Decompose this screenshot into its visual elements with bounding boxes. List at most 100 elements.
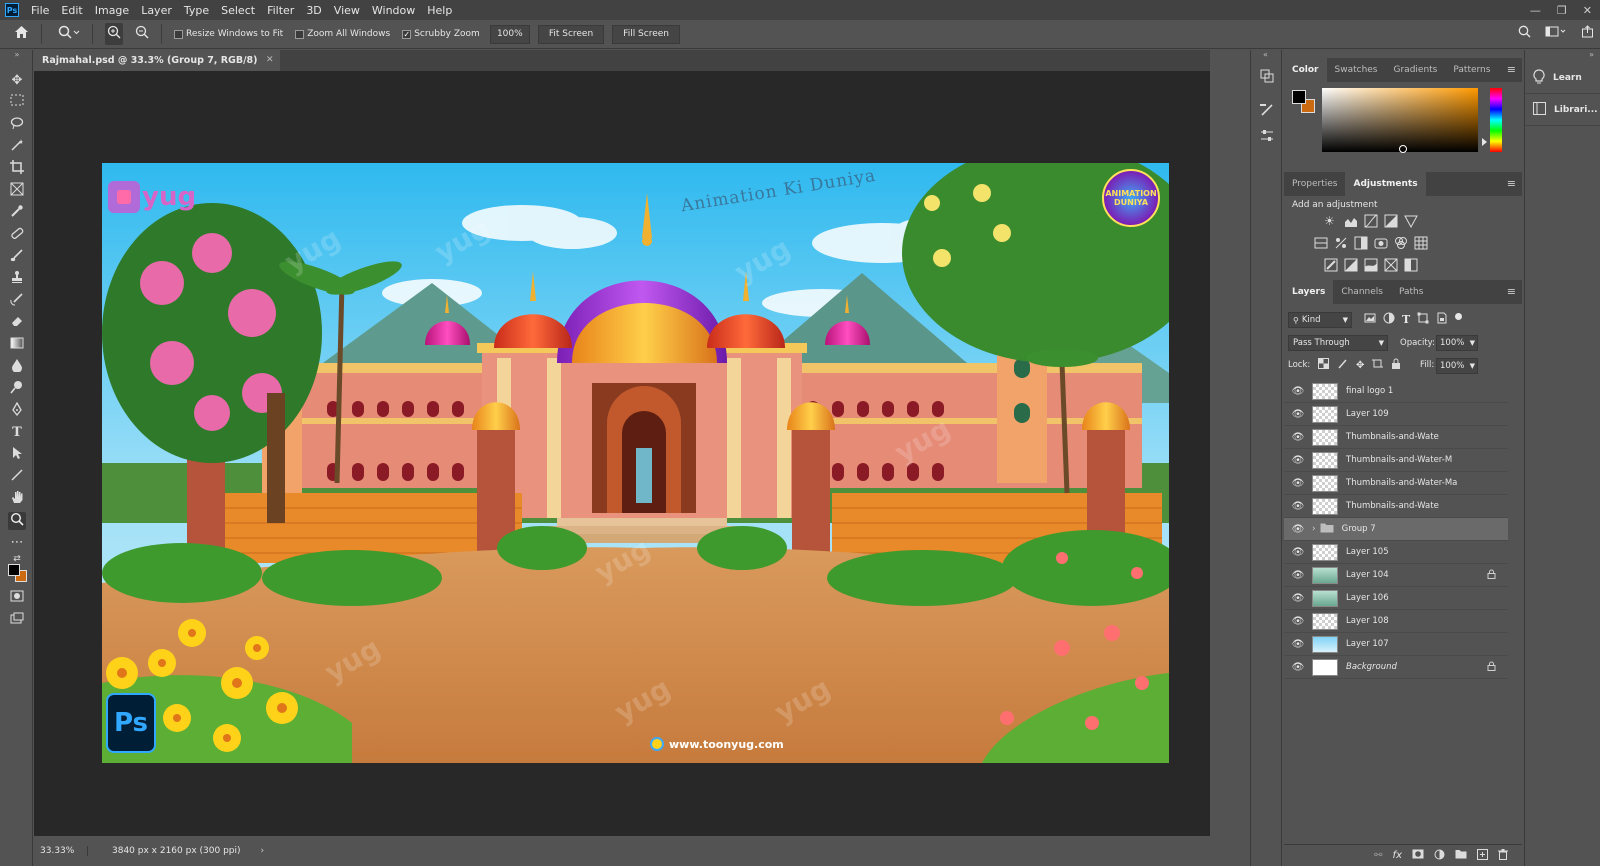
layer-name[interactable]: Thumbnails-and-Water-M (1346, 455, 1452, 465)
layer-lock-icon[interactable] (1487, 661, 1496, 674)
lasso-tool-icon[interactable] (8, 116, 26, 134)
learn-panel-button[interactable]: Learn (1525, 62, 1600, 94)
visibility-eye-icon[interactable]: 👁 (1284, 570, 1312, 581)
zoom-level-field[interactable]: 33.33% (34, 846, 88, 856)
threshold-icon[interactable] (1364, 258, 1378, 275)
layer-lock-icon[interactable] (1487, 569, 1496, 582)
clone-stamp-tool-icon[interactable] (8, 270, 26, 288)
zoom-tool-preset-icon[interactable] (58, 25, 80, 43)
menu-edit[interactable]: Edit (55, 4, 88, 17)
brush-settings-panel-icon[interactable] (1259, 102, 1275, 121)
quick-mask-icon[interactable] (8, 590, 26, 608)
menu-image[interactable]: Image (89, 4, 135, 17)
layer-name[interactable]: Layer 109 (1346, 409, 1389, 419)
lock-position-icon[interactable]: ✥ (1356, 360, 1364, 371)
add-mask-icon[interactable] (1412, 849, 1424, 862)
layer-row[interactable]: 👁 Layer 107 (1284, 633, 1508, 656)
layer-name[interactable]: Layer 105 (1346, 547, 1389, 557)
hue-saturation-icon[interactable] (1314, 236, 1328, 253)
scrubby-zoom-box[interactable]: ✓ (402, 29, 412, 39)
layer-name[interactable]: Background (1346, 662, 1397, 672)
zoom-out-icon[interactable] (135, 25, 149, 43)
collapse-toolbar-icon[interactable]: » (8, 50, 26, 60)
channel-mixer-icon[interactable] (1394, 236, 1408, 253)
expand-panels-icon[interactable]: » (1589, 50, 1594, 59)
layer-name[interactable]: Layer 106 (1346, 593, 1389, 603)
color-panel-menu-icon[interactable]: ≡ (1507, 63, 1516, 76)
visibility-eye-icon[interactable]: 👁 (1284, 478, 1312, 489)
menu-3d[interactable]: 3D (300, 4, 327, 17)
resize-windows-checkbox[interactable]: Resize Windows to Fit (174, 29, 283, 39)
layer-row[interactable]: 👁 Layer 106 (1284, 587, 1508, 610)
visibility-eye-icon[interactable]: 👁 (1284, 501, 1312, 512)
color-panel-foreground-swatch[interactable] (1292, 90, 1306, 104)
marquee-tool-icon[interactable] (8, 94, 26, 112)
layer-row[interactable]: 👁 Layer 108 (1284, 610, 1508, 633)
menu-type[interactable]: Type (178, 4, 215, 17)
fit-screen-button[interactable]: Fit Screen (537, 24, 605, 44)
close-tab-icon[interactable]: ✕ (266, 50, 274, 71)
color-balance-icon[interactable] (1334, 236, 1348, 253)
gradient-map-icon[interactable] (1404, 258, 1418, 275)
eraser-tool-icon[interactable] (8, 314, 26, 332)
color-field-cursor[interactable] (1399, 145, 1407, 153)
pen-tool-icon[interactable] (8, 401, 26, 420)
layer-row[interactable]: 👁 Thumbnails-and-Water-Ma (1284, 472, 1508, 495)
frame-tool-icon[interactable] (8, 182, 26, 200)
layer-row[interactable]: 👁 final logo 1 (1284, 380, 1508, 403)
filter-type-icon[interactable]: T (1402, 313, 1410, 326)
fill-screen-button[interactable]: Fill Screen (612, 24, 680, 44)
lock-all-icon[interactable] (1391, 358, 1401, 372)
color-swatches-widget[interactable] (8, 564, 27, 582)
hue-slider[interactable] (1490, 88, 1502, 152)
tab-adjustments[interactable]: Adjustments (1345, 172, 1426, 196)
tab-properties[interactable]: Properties (1284, 172, 1345, 196)
layer-row[interactable]: 👁 Layer 105 (1284, 541, 1508, 564)
menu-view[interactable]: View (328, 4, 366, 17)
visibility-eye-icon[interactable]: 👁 (1284, 386, 1312, 397)
tab-patterns[interactable]: Patterns (1445, 58, 1498, 82)
curves-icon[interactable] (1364, 214, 1378, 231)
layer-name[interactable]: Layer 107 (1346, 639, 1389, 649)
link-layers-icon[interactable]: ⚯ (1374, 850, 1382, 861)
vibrance-icon[interactable] (1404, 214, 1418, 231)
dodge-tool-icon[interactable] (8, 380, 26, 398)
color-field[interactable] (1322, 88, 1478, 153)
tab-layers[interactable]: Layers (1284, 280, 1334, 304)
layer-name[interactable]: Thumbnails-and-Wate (1346, 432, 1439, 442)
move-tool-icon[interactable]: ✥ (8, 72, 26, 90)
posterize-icon[interactable] (1344, 258, 1358, 275)
magic-wand-tool-icon[interactable] (8, 138, 26, 156)
layer-row[interactable]: 👁 Layer 104 (1284, 564, 1508, 587)
filter-shape-icon[interactable] (1417, 312, 1429, 327)
tab-paths[interactable]: Paths (1391, 280, 1431, 304)
tab-swatches[interactable]: Swatches (1327, 58, 1386, 82)
blur-tool-icon[interactable] (8, 358, 26, 376)
fill-field[interactable]: 100% ▼ (1436, 358, 1478, 374)
menu-window[interactable]: Window (366, 4, 421, 17)
photo-filter-icon[interactable] (1374, 236, 1388, 253)
zoom-tool-icon[interactable] (8, 512, 26, 530)
visibility-eye-icon[interactable]: 👁 (1284, 547, 1312, 558)
layer-row[interactable]: 👁 Thumbnails-and-Water-M (1284, 449, 1508, 472)
minimize-icon[interactable]: — (1530, 4, 1541, 17)
eyedropper-tool-icon[interactable] (8, 204, 26, 222)
adjustments-panel-menu-icon[interactable]: ≡ (1507, 177, 1516, 190)
zoom-all-windows-checkbox[interactable]: Zoom All Windows (295, 29, 390, 39)
filter-smart-object-icon[interactable] (1436, 312, 1448, 327)
workspace-icon[interactable] (1545, 25, 1567, 41)
search-icon[interactable] (1518, 25, 1531, 41)
document-tab[interactable]: Rajmahal.psd @ 33.3% (Group 7, RGB/8) ✕ (34, 50, 280, 71)
layers-panel-menu-icon[interactable]: ≡ (1507, 285, 1516, 298)
resize-windows-box[interactable] (174, 29, 183, 39)
zoom-percent-field[interactable]: 100% (489, 24, 530, 44)
type-tool-icon[interactable]: T (8, 424, 26, 442)
lock-artboard-icon[interactable] (1372, 358, 1384, 372)
new-adjustment-layer-icon[interactable] (1434, 849, 1445, 863)
history-brush-tool-icon[interactable] (8, 292, 26, 310)
filter-toggle-icon[interactable] (1455, 313, 1463, 320)
new-layer-icon[interactable] (1477, 848, 1488, 863)
foreground-color-swatch[interactable] (8, 564, 20, 576)
share-icon[interactable] (1581, 25, 1594, 41)
status-menu-chevron-icon[interactable]: › (261, 846, 265, 856)
